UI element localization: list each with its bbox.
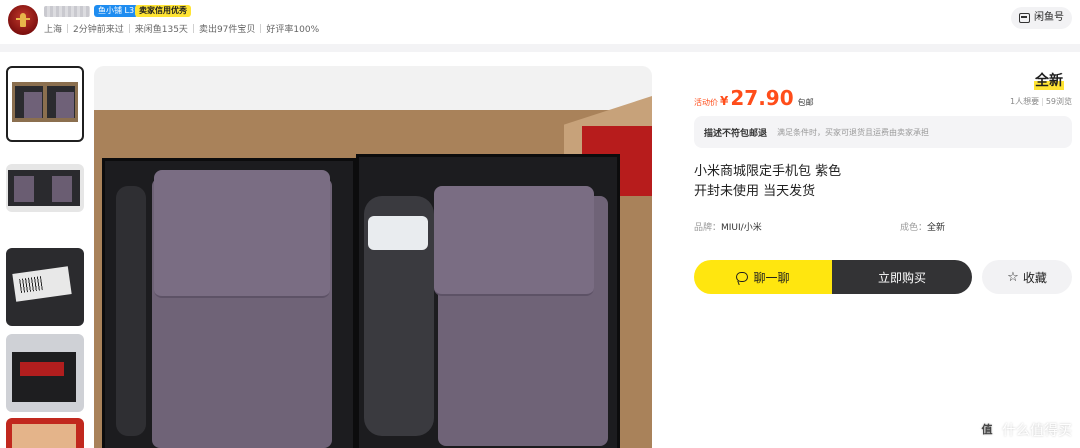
buy-now-label: 立即购买 bbox=[877, 270, 926, 285]
watermark: 值 什么值得买 bbox=[977, 420, 1072, 440]
condition-value: 全新 bbox=[927, 223, 946, 233]
seller-nickname-blurred[interactable] bbox=[44, 6, 90, 17]
views-count: 59浏览 bbox=[1045, 97, 1072, 106]
product-stats: 1人想要 | 59浏览 bbox=[1010, 97, 1072, 106]
star-icon: ☆ bbox=[1007, 269, 1019, 285]
product-title-line2: 开封未使用 当天发货 bbox=[694, 184, 816, 199]
seller-avatar[interactable] bbox=[8, 5, 38, 35]
seller-days: 来闲鱼135天 bbox=[134, 25, 188, 35]
condition-tag: 全新 bbox=[1034, 70, 1064, 90]
store-icon bbox=[1019, 13, 1030, 23]
price-value: 27.90 bbox=[730, 86, 794, 110]
seller-credit-badge: 卖家信用优秀 bbox=[135, 5, 191, 17]
favorite-label: 收藏 bbox=[1022, 270, 1047, 285]
brand-value: MIUI/小米 bbox=[721, 223, 762, 233]
seller-level-badge: 鱼小铺 L3 bbox=[94, 5, 139, 17]
product-title: 小米商城限定手机包 紫色 开封未使用 当天发货 bbox=[694, 162, 1072, 202]
xianyu-account-label: 闲鱼号 bbox=[1034, 12, 1064, 23]
notice-title: 描述不符包邮退 bbox=[704, 128, 768, 139]
brand-property: 品牌：MIUI/小米 bbox=[694, 220, 762, 233]
chat-button-label: 聊一聊 bbox=[753, 270, 790, 285]
divider bbox=[128, 24, 130, 33]
brand-label: 品牌： bbox=[694, 223, 722, 233]
thumbnail-3[interactable] bbox=[6, 248, 84, 326]
watermark-logo-icon: 值 bbox=[977, 420, 997, 440]
shipping-label: 包邮 bbox=[797, 98, 814, 107]
buy-now-button[interactable]: 立即购买 bbox=[832, 260, 972, 294]
return-policy-notice: 描述不符包邮退 满足条件时，买家可退货且运费由卖家承担 bbox=[694, 116, 1072, 148]
seller-header: 鱼小铺 L3 卖家信用优秀 上海 2分钟前来过 来闲鱼135天 卖出97件宝贝 … bbox=[0, 0, 1080, 44]
seller-sold-count: 卖出97件宝贝 bbox=[198, 25, 256, 35]
favorite-button[interactable]: ☆ 收藏 bbox=[982, 260, 1072, 294]
notice-text: 满足条件时，买家可退货且运费由卖家承担 bbox=[777, 127, 930, 137]
seller-last-seen: 2分钟前来过 bbox=[73, 25, 124, 35]
condition-property: 成色：全新 bbox=[900, 220, 945, 233]
main-product-photo[interactable] bbox=[94, 66, 652, 448]
price-label: 活动价 bbox=[694, 98, 718, 107]
watermark-text: 什么值得买 bbox=[1002, 423, 1072, 439]
wants-count: 1人想要 bbox=[1010, 97, 1040, 106]
product-title-line1: 小米商城限定手机包 紫色 bbox=[694, 164, 842, 179]
divider bbox=[192, 24, 194, 33]
thumbnail-2[interactable] bbox=[6, 164, 84, 212]
chat-button[interactable]: 聊一聊 bbox=[694, 260, 832, 294]
divider bbox=[260, 24, 262, 33]
divider bbox=[67, 24, 69, 33]
condition-label: 成色： bbox=[900, 223, 928, 233]
thumbnail-4[interactable] bbox=[6, 334, 84, 412]
thumbnail-5[interactable] bbox=[6, 418, 84, 448]
seller-meta: 上海 2分钟前来过 来闲鱼135天 卖出97件宝贝 好评率100% bbox=[44, 22, 319, 35]
price-row: 活动价 ¥ 27.90 包邮 bbox=[694, 86, 814, 110]
seller-location: 上海 bbox=[44, 25, 63, 35]
thumbnail-1[interactable] bbox=[6, 66, 84, 142]
xianyu-account-button[interactable]: 闲鱼号 bbox=[1011, 7, 1072, 29]
chat-bubble-icon bbox=[736, 272, 749, 282]
product-card: 全新 活动价 ¥ 27.90 包邮 1人想要 | 59浏览 描述不符包邮退 满足条件… bbox=[0, 52, 1080, 448]
price-currency: ¥ bbox=[720, 94, 729, 108]
seller-rating: 好评率100% bbox=[266, 25, 320, 35]
